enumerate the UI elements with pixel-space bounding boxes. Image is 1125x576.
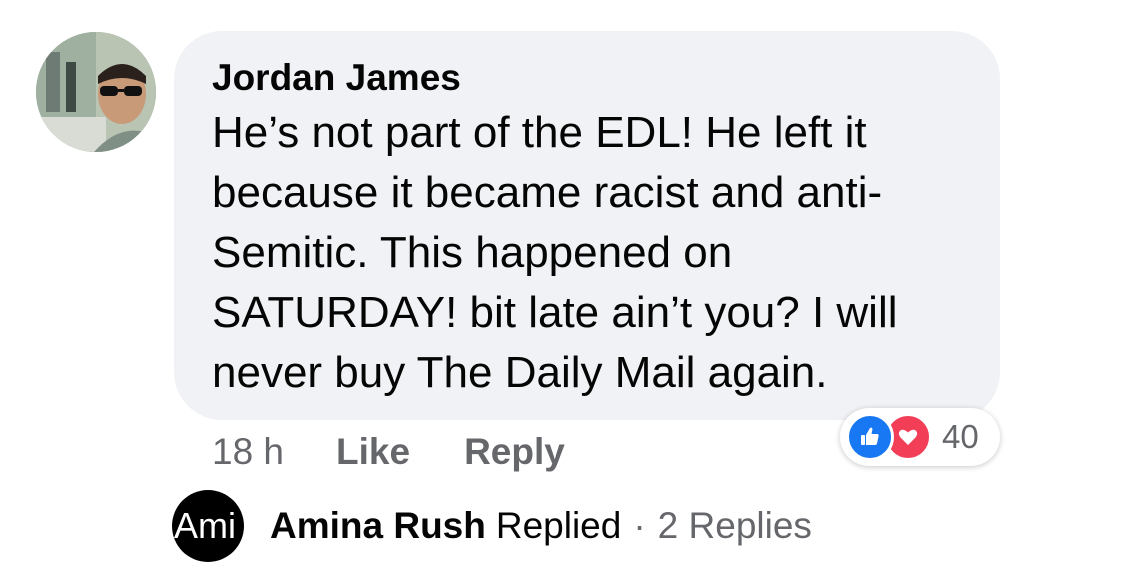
replier-name: Amina Rush <box>270 505 486 546</box>
like-button[interactable]: Like <box>336 431 410 473</box>
comment-text: He’s not part of the EDL! He left it bec… <box>212 108 898 397</box>
reaction-count: 40 <box>942 418 979 455</box>
commenter-avatar[interactable] <box>36 32 156 152</box>
separator-dot: · <box>633 505 646 546</box>
reply-button[interactable]: Reply <box>464 431 565 473</box>
comment-bubble: Jordan James He’s not part of the EDL! H… <box>174 31 1000 420</box>
reactions-summary[interactable]: 40 <box>840 408 1000 466</box>
reply-avatar: Ami <box>172 490 244 562</box>
like-icon <box>846 413 894 461</box>
reply-count: 2 Replies <box>657 505 812 546</box>
replies-summary: Amina Rush Replied · 2 Replies <box>270 505 812 547</box>
comment-actions: 18 h Like Reply <box>212 428 565 476</box>
comment-author[interactable]: Jordan James <box>212 55 962 101</box>
avatar-photo <box>36 32 156 152</box>
comment-timestamp[interactable]: 18 h <box>212 431 284 473</box>
replied-label: Replied <box>495 505 622 546</box>
replies-link[interactable]: Ami Amina Rush Replied · 2 Replies <box>172 488 812 564</box>
